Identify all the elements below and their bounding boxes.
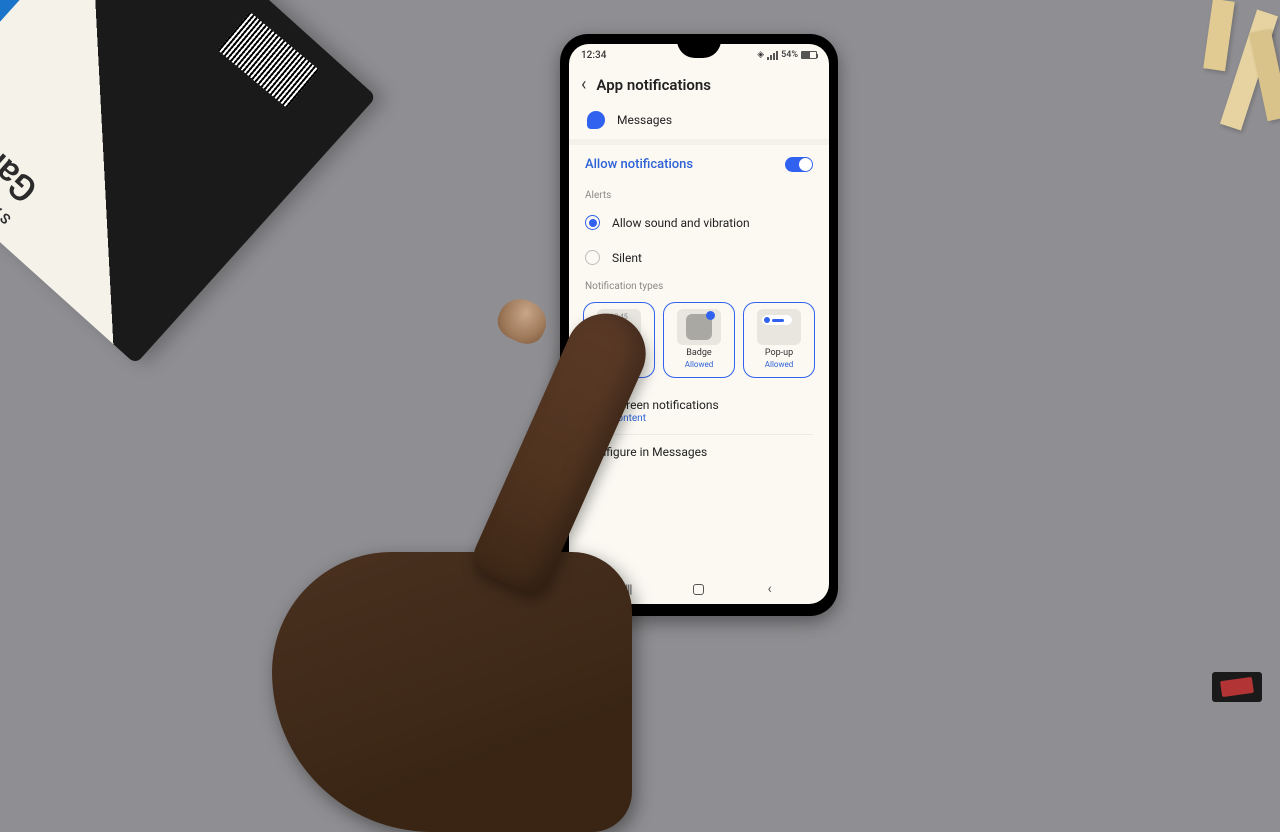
notification-type-lock-screen[interactable]: 12:45 Lock screen Allowed (583, 302, 655, 378)
product-box: SAMSUNG Galaxy A06 (0, 0, 377, 364)
radio-unchecked-icon (585, 250, 600, 265)
notification-types-section-label: Notification types (569, 275, 829, 296)
app-name-label: Messages (617, 113, 672, 127)
signal-icon (767, 51, 778, 60)
messages-app-icon (587, 111, 605, 129)
box-accent (0, 0, 84, 25)
back-button[interactable]: ‹ (581, 74, 586, 95)
lock-screen-notifications-row[interactable]: Lock screen notifications Show content (569, 388, 829, 434)
wifi-icon: ◈ (757, 50, 764, 60)
notification-type-popup[interactable]: Pop-up Allowed (743, 302, 815, 378)
lock-preview-time: 12:45 (610, 313, 627, 321)
card-status: Allowed (685, 360, 713, 369)
navigation-bar: ||| ‹ (569, 574, 829, 604)
page-title: App notifications (596, 76, 711, 94)
setting-title: Configure in Messages (585, 445, 813, 459)
nav-back-button[interactable]: ‹ (750, 579, 790, 599)
status-right-icons: ◈ 54% (757, 50, 817, 60)
alert-option-sound-vibration[interactable]: Allow sound and vibration (569, 205, 829, 240)
channel-badge (1212, 672, 1262, 702)
allow-notifications-label: Allow notifications (585, 157, 693, 172)
radio-label: Silent (612, 251, 642, 265)
setting-subtitle: Show content (585, 413, 813, 424)
alert-option-silent[interactable]: Silent (569, 240, 829, 275)
card-status: Allowed (605, 360, 633, 369)
popup-preview-icon (757, 309, 801, 345)
box-title-text: Galaxy A06 (0, 61, 46, 211)
radio-label: Allow sound and vibration (612, 216, 750, 230)
battery-icon (801, 51, 817, 59)
card-label: Badge (686, 349, 711, 359)
allow-notifications-toggle[interactable] (785, 157, 813, 172)
barcode (218, 12, 319, 108)
badge-preview-icon (677, 309, 721, 345)
allow-notifications-row[interactable]: Allow notifications (569, 145, 829, 184)
configure-in-messages-row[interactable]: Configure in Messages (569, 435, 829, 469)
radio-checked-icon (585, 215, 600, 230)
alerts-section-label: Alerts (569, 184, 829, 205)
status-time: 12:34 (581, 50, 606, 61)
phone-frame: 12:34 ◈ 54% ‹ App notifications Messages… (560, 34, 838, 616)
app-identity-row[interactable]: Messages (569, 103, 829, 139)
notification-type-cards: 12:45 Lock screen Allowed Badge Allowed (569, 296, 829, 388)
content-scroll[interactable]: Messages Allow notifications Alerts Allo… (569, 103, 829, 574)
nav-home-button[interactable] (679, 579, 719, 599)
card-status: Allowed (765, 360, 793, 369)
wood-pieces (1130, 0, 1280, 130)
battery-percent: 54% (781, 50, 798, 60)
setting-title: Lock screen notifications (585, 398, 813, 412)
card-label: Pop-up (765, 349, 793, 359)
nav-recents-button[interactable]: ||| (608, 579, 648, 599)
lock-screen-preview-icon: 12:45 (597, 309, 641, 345)
phone-screen: 12:34 ◈ 54% ‹ App notifications Messages… (569, 44, 829, 604)
app-header: ‹ App notifications (569, 66, 829, 103)
card-label: Lock screen (595, 349, 643, 359)
notification-type-badge[interactable]: Badge Allowed (663, 302, 735, 378)
